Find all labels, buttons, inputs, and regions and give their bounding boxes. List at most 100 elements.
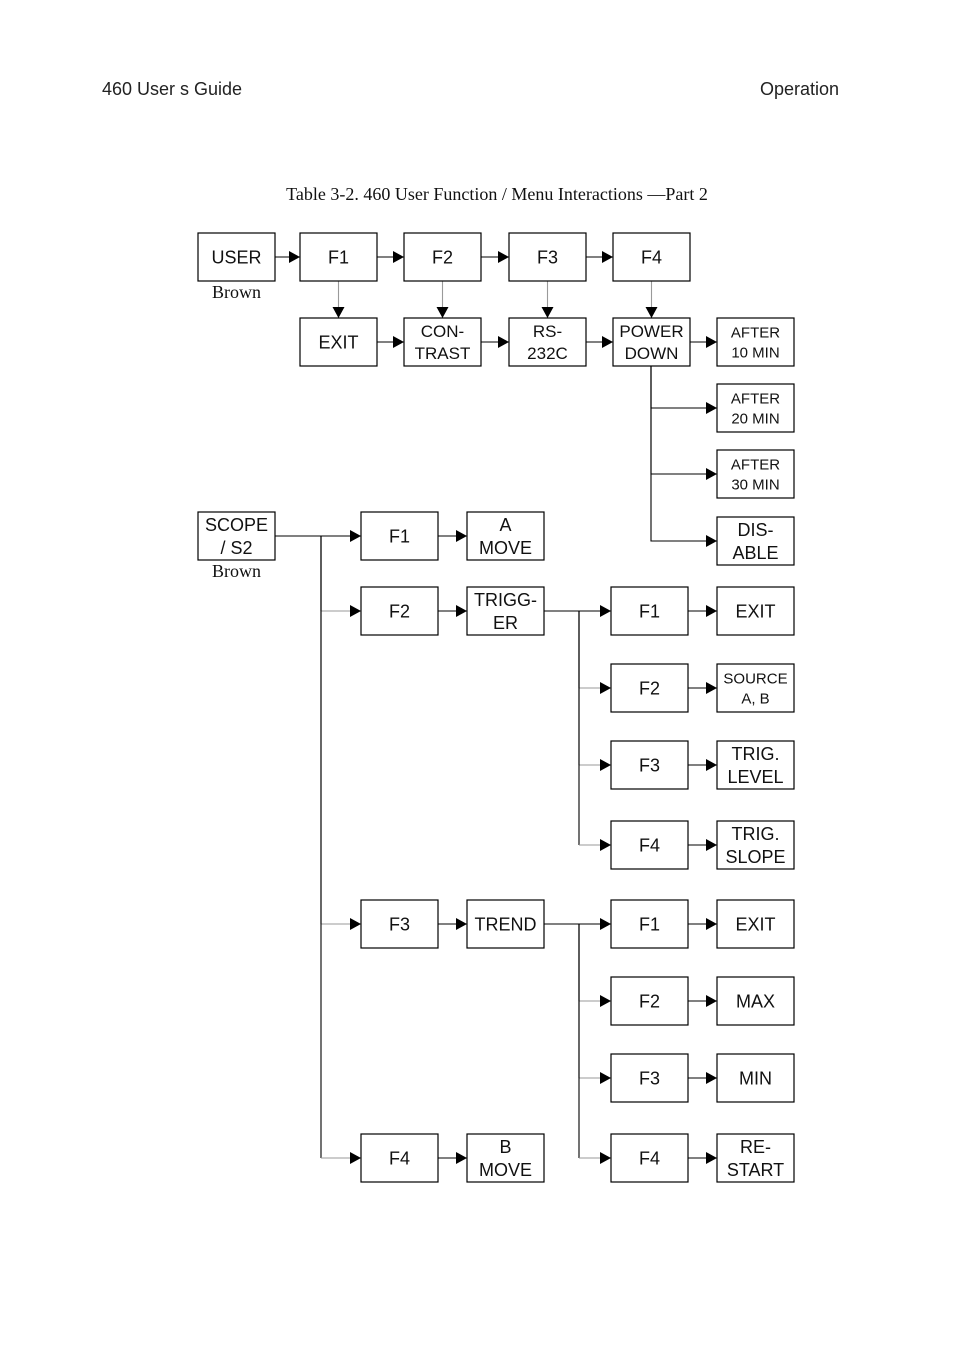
- node-label: 20 MIN: [731, 410, 779, 427]
- menu-node-scope: SCOPE / S2 Brown: [197, 511, 276, 581]
- node-label: ABLE: [732, 543, 778, 563]
- arrowhead: [706, 1152, 717, 1164]
- node-label: F4: [641, 247, 662, 267]
- arrowhead: [600, 759, 611, 771]
- node-label: MOVE: [479, 1160, 532, 1180]
- arrowhead: [393, 251, 404, 263]
- node-label: F1: [639, 914, 660, 934]
- node-label: SCOPE: [205, 515, 268, 535]
- menu-node-t-f2: F2: [610, 663, 689, 713]
- node-label: 30 MIN: [731, 476, 779, 493]
- node-label: AFTER: [731, 390, 780, 407]
- menu-node-r-exit: EXIT: [716, 899, 795, 949]
- menu-node-s-f3: F3: [360, 899, 439, 949]
- menu-node-s-f4: F4: [360, 1133, 439, 1183]
- arrowhead: [706, 839, 717, 851]
- node-label: RS-: [533, 322, 562, 341]
- node-label: EXIT: [318, 332, 358, 352]
- node-label: MOVE: [479, 538, 532, 558]
- menu-node-t-exit: EXIT: [716, 586, 795, 636]
- menu-node-u-rs232c: RS- 232C: [508, 317, 587, 367]
- menu-node-pd-20: AFTER 20 MIN: [716, 383, 795, 433]
- connector-line: [650, 366, 717, 409]
- connector-line: [650, 366, 717, 542]
- arrowhead: [350, 530, 361, 542]
- arrowhead: [350, 918, 361, 930]
- node-sublabel: Brown: [212, 561, 261, 581]
- node-label: AFTER: [731, 324, 780, 341]
- menu-node-s-trend: TREND: [466, 899, 545, 949]
- node-label: TRIG.: [732, 744, 780, 764]
- arrowhead: [706, 605, 717, 617]
- node-label: 10 MIN: [731, 344, 779, 361]
- node-label: RE-: [740, 1137, 771, 1157]
- node-sublabel: Brown: [212, 282, 261, 302]
- node-label: AFTER: [731, 456, 780, 473]
- menu-node-t-f4: F4: [610, 820, 689, 870]
- node-label: F4: [639, 1148, 660, 1168]
- menu-node-u-contrast: CON- TRAST: [403, 317, 482, 367]
- node-label: B: [499, 1137, 511, 1157]
- arrowhead: [600, 605, 611, 617]
- node-label: F3: [537, 247, 558, 267]
- arrowhead: [706, 918, 717, 930]
- arrowhead: [706, 759, 717, 771]
- menu-node-r-f3: F3: [610, 1053, 689, 1103]
- node-label: DIS-: [738, 520, 774, 540]
- node-label: F2: [432, 247, 453, 267]
- arrowhead: [645, 307, 658, 318]
- node-label: F2: [639, 991, 660, 1011]
- node-label: F4: [639, 835, 660, 855]
- menu-node-u-f4: F4: [612, 232, 691, 282]
- arrowhead: [706, 535, 717, 547]
- node-label: CON-: [421, 322, 464, 341]
- arrowhead: [706, 1072, 717, 1084]
- arrowhead: [456, 530, 467, 542]
- node-label: ER: [493, 613, 518, 633]
- arrowhead: [600, 918, 611, 930]
- connector-line: [650, 366, 717, 475]
- arrowhead: [600, 995, 611, 1007]
- arrowhead: [289, 251, 300, 263]
- menu-node-t-level: TRIG. LEVEL: [716, 740, 795, 790]
- menu-node-u-powerdown: POWER DOWN: [612, 317, 691, 367]
- arrowhead: [600, 682, 611, 694]
- node-label: EXIT: [735, 914, 775, 934]
- arrowhead: [332, 307, 345, 318]
- node-label: F3: [639, 1068, 660, 1088]
- node-label: A: [499, 515, 511, 535]
- node-label: TRAST: [415, 344, 471, 363]
- menu-node-s-f1: F1: [360, 511, 439, 561]
- arrowhead: [600, 1152, 611, 1164]
- menu-node-u-f2: F2: [403, 232, 482, 282]
- arrowhead: [498, 251, 509, 263]
- node-label: F1: [389, 526, 410, 546]
- node-label: START: [727, 1160, 784, 1180]
- menu-node-s-bmove: B MOVE: [466, 1133, 545, 1183]
- arrowhead: [541, 307, 554, 318]
- menu-node-s-amove: A MOVE: [466, 511, 545, 561]
- arrowhead: [706, 995, 717, 1007]
- menu-node-r-restart: RE- START: [716, 1133, 795, 1183]
- node-label: F1: [328, 247, 349, 267]
- node-label: TRIG.: [732, 824, 780, 844]
- menu-node-s-trigger: TRIGG- ER: [466, 586, 545, 636]
- menu-node-pd-10: AFTER 10 MIN: [716, 317, 795, 367]
- arrowhead: [498, 336, 509, 348]
- arrowhead: [350, 605, 361, 617]
- menu-node-t-f3: F3: [610, 740, 689, 790]
- arrowhead: [456, 605, 467, 617]
- menu-nodes: USER Brown F1 F2 F3 F4 EXIT CON- TRAST RS- 232C POW…: [197, 232, 795, 1183]
- arrowhead: [350, 1152, 361, 1164]
- node-label: MIN: [739, 1068, 772, 1088]
- menu-node-r-f2: F2: [610, 976, 689, 1026]
- menu-node-pd-disable: DIS- ABLE: [716, 516, 795, 566]
- menu-node-r-f1: F1: [610, 899, 689, 949]
- menu-node-u-f1: F1: [299, 232, 378, 282]
- node-label: SOURCE: [723, 670, 787, 687]
- node-label: POWER: [619, 322, 683, 341]
- menu-node-pd-30: AFTER 30 MIN: [716, 449, 795, 499]
- node-label: F2: [389, 601, 410, 621]
- node-label: F4: [389, 1148, 410, 1168]
- node-label: A, B: [741, 690, 769, 707]
